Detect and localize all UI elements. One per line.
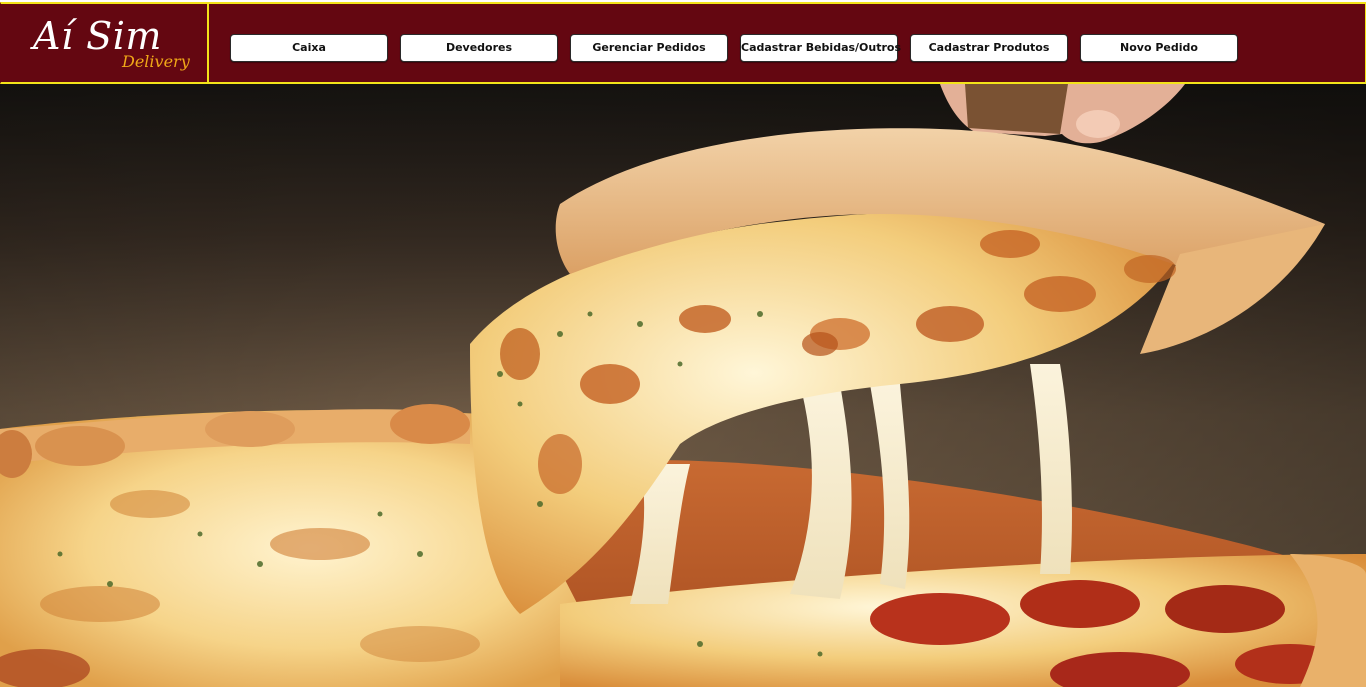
devedores-button[interactable]: Devedores <box>400 34 558 62</box>
brand-logo[interactable]: Aí Sim Delivery <box>1 4 209 82</box>
pizza-illustration <box>0 84 1366 687</box>
caixa-button[interactable]: Caixa <box>230 34 388 62</box>
novo-pedido-button[interactable]: Novo Pedido <box>1080 34 1238 62</box>
top-header: Aí Sim Delivery Caixa Devedores Gerencia… <box>0 2 1366 84</box>
cadastrar-bebidas-outros-button[interactable]: Cadastrar Bebidas/Outros <box>740 34 901 62</box>
cadastrar-produtos-button[interactable]: Cadastrar Produtos <box>910 34 1068 62</box>
hero-pizza-image <box>0 84 1366 687</box>
app-window: Aí Sim Delivery Caixa Devedores Gerencia… <box>0 0 1366 687</box>
gerenciar-pedidos-button[interactable]: Gerenciar Pedidos <box>570 34 728 62</box>
brand-tagline: Delivery <box>122 52 190 71</box>
